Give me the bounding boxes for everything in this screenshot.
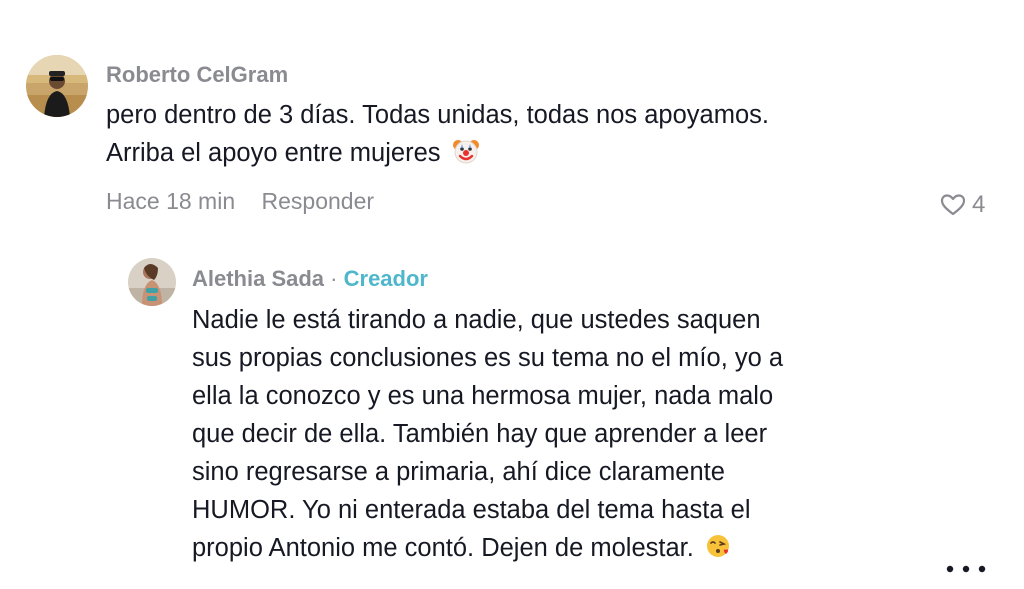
avatar[interactable]	[26, 55, 88, 117]
reply-text-line: sus propias conclusiones es su tema no e…	[192, 344, 784, 372]
heart-outline-icon	[940, 194, 966, 216]
comment-text-line: Arriba el apoyo entre mujeres	[106, 139, 441, 167]
reply-button[interactable]: Responder	[262, 188, 375, 214]
comment-meta: Hace 18 min Responder	[106, 188, 374, 215]
reply-text-line: ella la conozco y es una hermosa mujer, …	[192, 382, 774, 410]
separator: ·	[330, 266, 338, 291]
comment-text: pero dentro de 3 días. Todas unidas, tod…	[106, 96, 966, 176]
reply-username-row: Alethia Sada · Creador	[192, 266, 428, 292]
reply-text-line: HUMOR. Yo ni enterada estaba del tema ha…	[192, 496, 751, 524]
like-count: 4	[972, 191, 986, 218]
username[interactable]: Roberto CelGram	[106, 62, 288, 88]
reply-text-line: propio Antonio me contó. Dejen de molest…	[192, 534, 694, 562]
reply-text-line: que decir de ella. También hay que apren…	[192, 420, 768, 448]
face-blowing-kiss-emoji	[705, 532, 733, 571]
creator-badge: Creador	[343, 266, 428, 291]
reply-text: Nadie le está tirando a nadie, que usted…	[192, 301, 912, 571]
reply-text-line: Nadie le está tirando a nadie, que usted…	[192, 306, 761, 334]
comment-text-line: pero dentro de 3 días. Todas unidas, tod…	[106, 101, 769, 129]
timestamp: Hace 18 min	[106, 188, 236, 214]
more-options-button[interactable]	[944, 562, 988, 580]
like-button[interactable]: 4	[940, 191, 985, 219]
more-options-icon	[946, 565, 986, 573]
clown-face-emoji	[452, 137, 480, 176]
reply-text-line: sino regresarse a primaria, ahí dice cla…	[192, 458, 725, 486]
username[interactable]: Alethia Sada	[192, 266, 324, 291]
avatar[interactable]	[128, 258, 176, 306]
